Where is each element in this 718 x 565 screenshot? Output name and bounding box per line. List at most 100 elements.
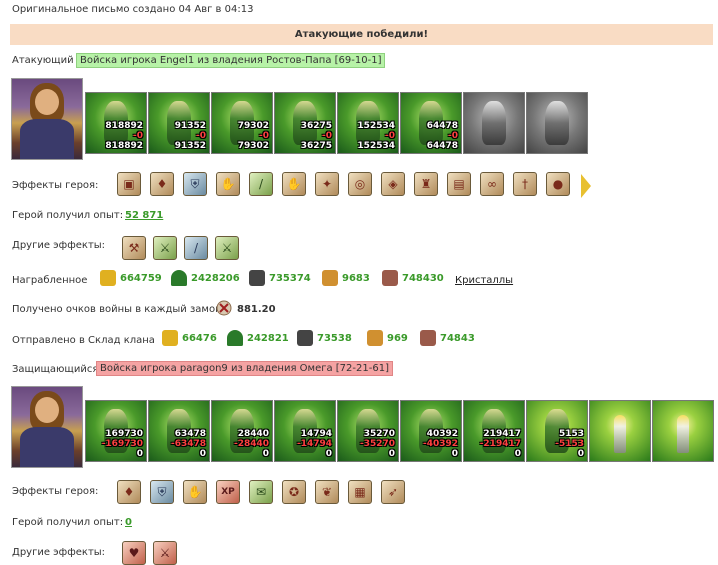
defender-army-link[interactable]: Войска игрока paragon9 из владения Омега… [96,361,393,376]
attacker-exp-label: Герой получил опыт: [12,210,124,221]
attacker-exp-value[interactable]: 52 871 [125,210,163,221]
chest-icon[interactable]: ▣ [117,172,141,196]
unit-count-bot: 0 [514,449,521,459]
wizard-unit[interactable]: 219417 -219417 0 [463,400,525,462]
tower-unit[interactable] [589,400,651,462]
statue-unit[interactable] [526,92,588,154]
attacker-other-effects-label: Другие эффекты: [12,240,106,251]
defender-effects-label: Эффекты героя: [12,486,99,497]
glove-icon[interactable]: ✋ [183,480,207,504]
hand-icon[interactable]: ✋ [282,172,306,196]
unit-count-bot: 64478 [426,141,458,151]
unit-count-bot: 0 [577,449,584,459]
scroll-icon[interactable]: ✉ [249,480,273,504]
amulet-icon[interactable]: ◈ [381,172,405,196]
paladin-unit[interactable]: 79302 -0 79302 [211,92,273,154]
unit-count-top: 64478 [426,121,458,131]
defender-other-effects-label: Другие эффекты: [12,547,106,558]
unit-count-mid: -219417 [479,439,521,449]
tower-unit[interactable] [652,400,714,462]
dagger-icon[interactable]: † [513,172,537,196]
gold-icon [162,330,178,346]
unit-count-bot: 0 [262,449,269,459]
map-icon[interactable]: ▦ [348,480,372,504]
druid-unit[interactable]: 40392 -40392 0 [400,400,462,462]
knight-unit[interactable]: 63478 -63478 0 [148,400,210,462]
druid-unit[interactable]: 64478 -0 64478 [400,92,462,154]
resource-item: 2428206 [171,270,240,286]
unit-count-bot: 79302 [237,141,269,151]
unit-count-mid: -35270 [359,439,395,449]
defender-label: Защищающийся [12,364,99,375]
unit-count-mid: -63478 [170,439,206,449]
unit-count-top: 63478 [174,429,206,439]
attacker-effects-label: Эффекты героя: [12,180,99,191]
unit-count-bot: 0 [136,449,143,459]
broken-sword-icon[interactable]: ⚔ [153,541,177,565]
unit-count-mid: -0 [448,131,458,141]
ribbon-icon[interactable]: ∞ [480,172,504,196]
shaman-unit[interactable]: 5153 -5153 0 [526,400,588,462]
resource-value: 9683 [342,272,370,284]
shield-icon[interactable]: ⛨ [183,172,207,196]
unit-count-bot: 818892 [105,141,143,151]
tome-icon[interactable]: ▤ [447,172,471,196]
cross-swords-icon[interactable]: ⚔ [153,236,177,260]
gold-icon [100,270,116,286]
crystals-link[interactable]: Кристаллы [455,275,513,286]
resource-value: 2428206 [191,272,240,284]
sword-icon[interactable]: / [249,172,273,196]
archer-unit[interactable]: 152534 -0 152534 [337,92,399,154]
unit-count-bot: 36275 [300,141,332,151]
defender-exp-value[interactable]: 0 [125,517,132,528]
attacker-army-link[interactable]: Войска игрока Engel1 из владения Ростов-… [76,53,386,68]
resource-value: 969 [387,332,408,344]
bow-icon[interactable]: ➶ [381,480,405,504]
archer-unit[interactable]: 35270 -35270 0 [337,400,399,462]
bag-icon[interactable]: ◎ [348,172,372,196]
unit-count-top: 169730 [105,429,143,439]
effects-next-arrow-icon[interactable] [581,174,591,198]
war-points-icon [216,300,232,316]
resource-item: 66476 [162,330,217,346]
paladin-unit[interactable]: 28440 -28440 0 [211,400,273,462]
unit-count-mid: -40392 [422,439,458,449]
unit-count-top: 219417 [483,429,521,439]
ore-icon [249,270,265,286]
unit-count-mid: -169730 [101,439,143,449]
green-swords-icon[interactable]: ⚔ [215,236,239,260]
stone-icon [382,270,398,286]
potion-icon[interactable]: ♦ [150,172,174,196]
heart-icon[interactable]: ♥ [122,541,146,565]
unit-count-mid: -0 [259,131,269,141]
moth-icon[interactable]: ❦ [315,480,339,504]
glove-icon[interactable]: ✋ [216,172,240,196]
griffin-unit[interactable]: 36275 -0 36275 [274,92,336,154]
resource-value: 73538 [317,332,352,344]
mech-unit[interactable]: 169730 -169730 0 [85,400,147,462]
knight-unit[interactable]: 91352 -0 91352 [148,92,210,154]
shield-icon[interactable]: ⛨ [150,480,174,504]
armor-icon[interactable]: ♜ [414,172,438,196]
crystal-hand-icon[interactable]: ✦ [315,172,339,196]
wood-icon [227,330,243,346]
blade-icon[interactable]: / [184,236,208,260]
pentagram-icon[interactable]: ✪ [282,480,306,504]
unit-count-mid: -5153 [555,439,584,449]
mech-unit[interactable]: 818892 -0 818892 [85,92,147,154]
wood-icon [171,270,187,286]
attacker-hero-portrait[interactable] [11,78,83,160]
unit-count-top: 79302 [237,121,269,131]
unit-count-top: 14794 [300,429,332,439]
orb-icon[interactable]: ● [546,172,570,196]
axe-icon[interactable]: ⚒ [122,236,146,260]
grain-icon [322,270,338,286]
defender-hero-portrait[interactable] [11,386,83,468]
unit-count-mid: -0 [322,131,332,141]
ghost-unit[interactable] [463,92,525,154]
result-banner: Атакующие победили! [10,24,713,45]
griffin-unit[interactable]: 14794 -14794 0 [274,400,336,462]
potion-icon[interactable]: ♦ [117,480,141,504]
xp-icon[interactable]: XP [216,480,240,504]
grain-icon [367,330,383,346]
